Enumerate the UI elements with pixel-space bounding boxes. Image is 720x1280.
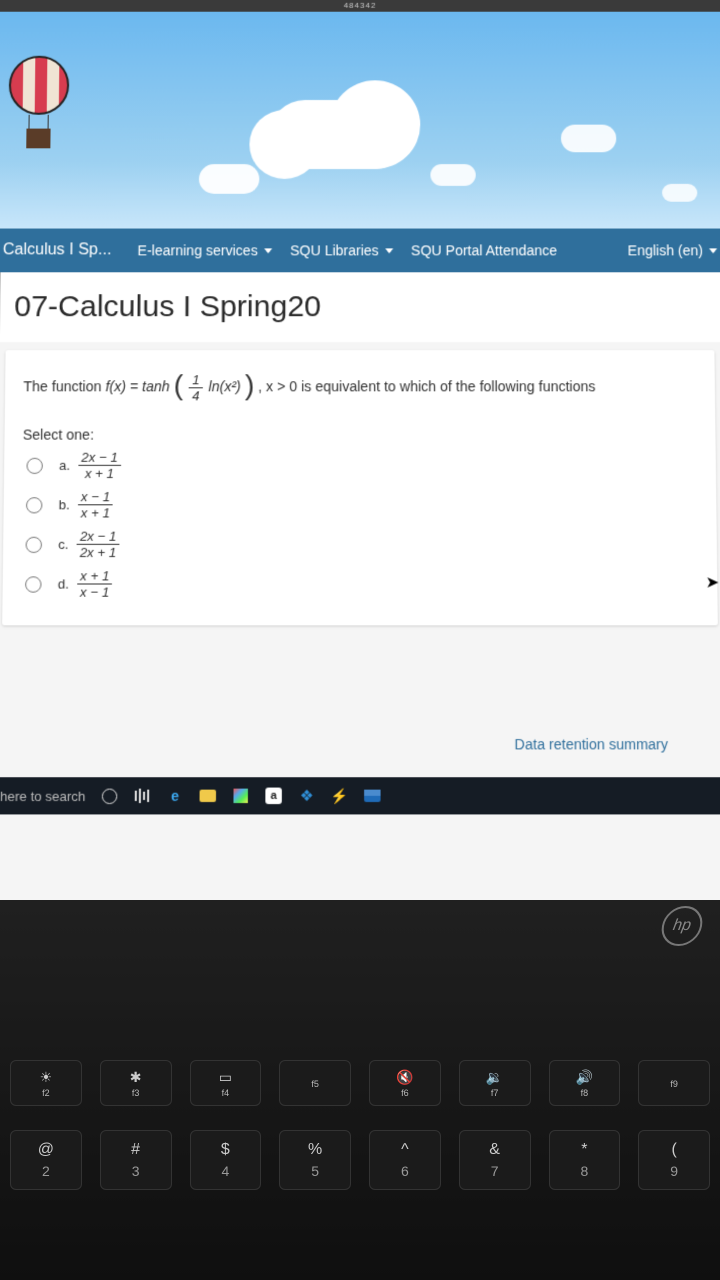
chevron-down-icon <box>264 248 272 253</box>
option-d[interactable]: d. x + 1 x − 1 <box>25 569 699 599</box>
nav-item-label: English (en) <box>628 242 704 258</box>
radio-icon[interactable] <box>26 457 42 473</box>
key-9[interactable]: (9 <box>638 1130 710 1190</box>
key-2[interactable]: @2 <box>10 1130 82 1190</box>
browser-url-fragment: 484342 <box>0 0 720 12</box>
taskbar-search[interactable]: here to search <box>0 788 86 804</box>
edge-icon[interactable]: e <box>166 787 185 806</box>
option-b[interactable]: b. x − 1 x + 1 <box>26 490 698 519</box>
key-f6[interactable]: 🔇f6 <box>369 1060 441 1106</box>
option-a[interactable]: a. 2x − 1 x + 1 <box>26 451 697 480</box>
select-one-label: Select one: <box>23 427 697 443</box>
nav-language[interactable]: English (en) <box>628 242 718 258</box>
chevron-down-icon <box>385 248 393 253</box>
question-fx: f(x) = tanh <box>105 378 169 394</box>
screen-area: 484342 Calculus I Sp... E-learning servi… <box>0 0 720 908</box>
nav-libraries[interactable]: SQU Libraries <box>290 242 393 258</box>
page-title: 07-Calculus I Spring20 <box>0 272 720 342</box>
key-f8[interactable]: 🔊f8 <box>549 1060 621 1106</box>
page-lower: Data retention summary <box>0 633 720 777</box>
key-f7[interactable]: 🔉f7 <box>459 1060 531 1106</box>
radio-icon[interactable] <box>25 576 42 592</box>
number-key-row: @2 #3 $4 %5 ^6 &7 *8 (9 <box>0 1130 720 1190</box>
question-prefix: The function <box>23 378 105 394</box>
inner-fraction: 1 4 <box>189 373 203 402</box>
hp-logo-icon: hp <box>658 906 705 946</box>
cloud-illustration <box>561 125 616 153</box>
cloud-illustration <box>199 164 260 194</box>
key-f4[interactable]: ▭f4 <box>190 1060 262 1106</box>
question-suffix: , x > 0 is equivalent to which of the fo… <box>258 378 595 394</box>
nav-portal-attendance[interactable]: SQU Portal Attendance <box>411 242 557 258</box>
nav-item-label: SQU Portal Attendance <box>411 242 557 258</box>
nav-item-label: SQU Libraries <box>290 242 379 258</box>
chevron-down-icon <box>709 248 717 253</box>
key-f2[interactable]: ☀f2 <box>10 1060 82 1106</box>
balloon-illustration <box>8 56 69 149</box>
key-3[interactable]: #3 <box>100 1130 172 1190</box>
question-text: The function f(x) = tanh ( 1 4 ln(x²) ) … <box>23 366 697 408</box>
question-card: The function f(x) = tanh ( 1 4 ln(x²) ) … <box>2 350 718 625</box>
cloud-illustration <box>430 164 475 186</box>
inner-ln: ln(x²) <box>208 378 240 394</box>
dropbox-icon[interactable]: ❖ <box>297 787 316 806</box>
radio-icon[interactable] <box>26 536 42 552</box>
key-f3[interactable]: ✱f3 <box>100 1060 172 1106</box>
key-6[interactable]: ^6 <box>369 1130 441 1190</box>
course-banner <box>0 12 720 229</box>
nav-elearning[interactable]: E-learning services <box>138 242 272 258</box>
key-4[interactable]: $4 <box>190 1130 262 1190</box>
mail-icon[interactable] <box>363 787 382 806</box>
nav-item-label: E-learning services <box>138 242 258 258</box>
mouse-cursor-icon: ➤ <box>706 572 720 592</box>
file-explorer-icon[interactable] <box>199 787 218 806</box>
windows-taskbar: here to search e a ❖ ⚡ <box>0 777 720 814</box>
option-c[interactable]: c. 2x − 1 2x + 1 <box>25 530 698 559</box>
task-view-icon[interactable] <box>133 787 152 806</box>
options-list: a. 2x − 1 x + 1 b. x − 1 x + 1 <box>21 451 699 599</box>
key-f5[interactable]: f5 <box>279 1060 351 1106</box>
amazon-icon[interactable]: a <box>264 787 283 806</box>
key-8[interactable]: *8 <box>549 1130 621 1190</box>
cortana-ring-icon[interactable] <box>100 787 119 806</box>
key-7[interactable]: &7 <box>459 1130 531 1190</box>
key-f9[interactable]: f9 <box>638 1060 710 1106</box>
nav-brand[interactable]: Calculus I Sp... <box>3 241 112 259</box>
function-key-row: ☀f2 ✱f3 ▭f4 f5 🔇f6 🔉f7 🔊f8 f9 <box>0 1060 720 1106</box>
laptop-body: hp ☀f2 ✱f3 ▭f4 f5 🔇f6 🔉f7 🔊f8 f9 @2 #3 $… <box>0 900 720 1280</box>
navbar: Calculus I Sp... E-learning services SQU… <box>0 229 720 273</box>
cloud-illustration <box>269 100 410 169</box>
power-icon[interactable]: ⚡ <box>330 787 349 806</box>
microsoft-store-icon[interactable] <box>232 787 251 806</box>
cloud-illustration <box>662 184 697 202</box>
key-5[interactable]: %5 <box>279 1130 351 1190</box>
data-retention-link[interactable]: Data retention summary <box>515 736 669 752</box>
radio-icon[interactable] <box>26 497 42 513</box>
